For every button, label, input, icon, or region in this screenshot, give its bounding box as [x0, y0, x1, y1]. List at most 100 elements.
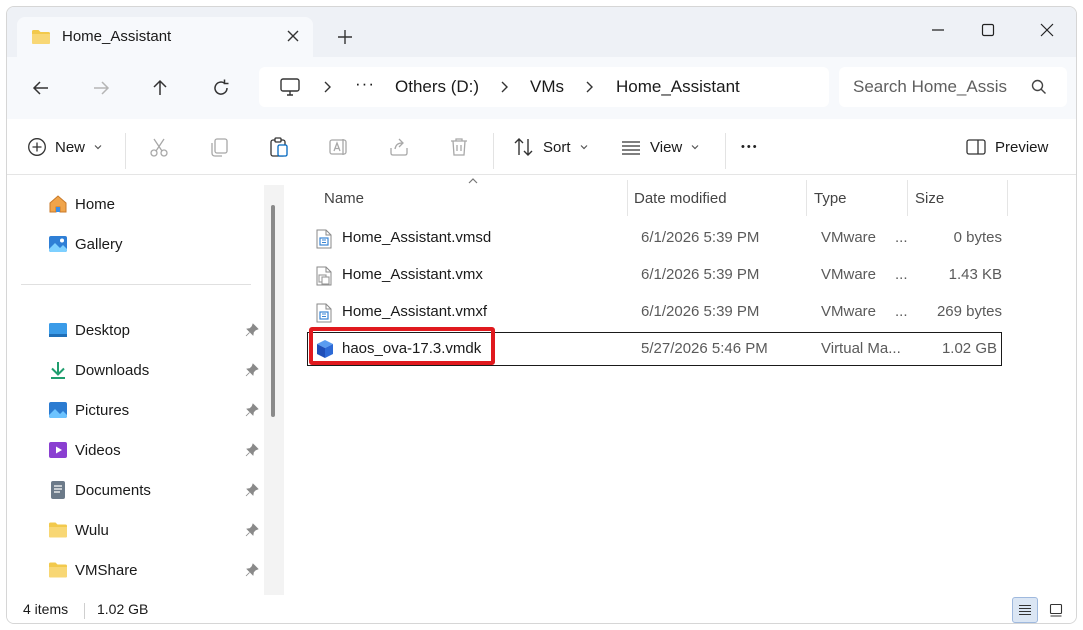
file-type-more: ... [895, 229, 908, 246]
sidebar-label: Videos [75, 441, 121, 459]
copy-icon [211, 138, 228, 157]
close-window-button[interactable] [1024, 13, 1070, 47]
pin-icon[interactable] [245, 523, 259, 537]
forward-button[interactable] [88, 75, 114, 101]
column-header-size[interactable]: Size [915, 180, 944, 216]
sidebar-label: Home [75, 195, 116, 213]
sidebar-item-downloads[interactable]: Downloads [47, 356, 261, 384]
file-size: 1.02 GB [941, 340, 997, 357]
pin-icon[interactable] [245, 323, 259, 337]
folder-icon [47, 559, 69, 581]
sidebar-label: Desktop [75, 321, 131, 339]
details-view-button[interactable] [1012, 597, 1038, 623]
file-size: 269 bytes [936, 303, 1002, 320]
folder-icon [32, 30, 50, 44]
sidebar-item-home[interactable]: Home [47, 190, 261, 218]
highlight-annotation [309, 327, 495, 365]
column-header-date[interactable]: Date modified [634, 180, 727, 216]
new-label: New [55, 138, 86, 156]
sidebar-item-pictures[interactable]: Pictures [47, 396, 261, 424]
breadcrumb-others-d[interactable]: Others (D:) [395, 77, 479, 97]
breadcrumb-overflow[interactable]: ··· [355, 74, 375, 94]
chevron-right-icon[interactable] [582, 80, 596, 94]
view-list-icon [622, 141, 640, 155]
sidebar-item-desktop[interactable]: Desktop [47, 316, 261, 344]
pictures-icon [47, 399, 69, 421]
preview-pane-icon [966, 139, 986, 155]
more-options-button[interactable]: ••• [741, 131, 759, 163]
preview-button[interactable]: Preview [965, 131, 1048, 163]
search-box[interactable] [839, 67, 1067, 107]
close-icon [1040, 23, 1054, 37]
copy-button[interactable] [208, 131, 230, 163]
file-date: 6/1/2026 5:39 PM [641, 266, 760, 283]
sort-button[interactable]: Sort [513, 131, 589, 163]
file-row[interactable]: Home_Assistant.vmxf 6/1/2026 5:39 PM VMw… [307, 295, 1002, 329]
paste-icon [270, 137, 288, 157]
pin-icon[interactable] [245, 563, 259, 577]
pin-icon[interactable] [245, 363, 259, 377]
scrollbar-thumb[interactable] [271, 205, 275, 417]
sidebar-scrollbar[interactable] [264, 185, 284, 595]
item-count: 4 items [23, 601, 69, 617]
breadcrumb-home-assistant[interactable]: Home_Assistant [616, 77, 740, 97]
pin-icon[interactable] [245, 443, 259, 457]
toolbar-divider [493, 133, 494, 169]
address-bar[interactable]: ··· Others (D:) VMs Home_Assistant [259, 67, 829, 107]
toolbar-divider [725, 133, 726, 169]
new-tab-icon[interactable] [335, 27, 355, 47]
sort-label: Sort [543, 138, 571, 156]
minimize-button[interactable] [915, 13, 961, 47]
view-button[interactable]: View [620, 131, 700, 163]
sidebar-item-wulu[interactable]: Wulu [47, 516, 261, 544]
folder-icon [47, 519, 69, 541]
home-icon [47, 193, 69, 215]
refresh-icon [214, 79, 229, 95]
sidebar-divider [21, 284, 251, 285]
column-header-type[interactable]: Type [814, 180, 847, 216]
search-icon[interactable] [1031, 79, 1047, 95]
videos-icon [47, 439, 69, 461]
sidebar-item-vmshare[interactable]: VMShare [47, 556, 261, 584]
up-button[interactable] [147, 75, 173, 101]
sidebar-label: Wulu [75, 521, 109, 539]
cut-icon [150, 138, 168, 157]
sidebar-item-gallery[interactable]: Gallery [47, 230, 261, 258]
rename-button[interactable] [328, 131, 350, 163]
pin-icon[interactable] [245, 403, 259, 417]
column-header-name[interactable]: Name [324, 180, 364, 216]
close-tab-icon[interactable] [283, 26, 303, 46]
file-list-pane: Name Date modified Type Size Home_Assist… [285, 175, 1076, 595]
column-divider[interactable] [907, 180, 908, 216]
breadcrumb-vms[interactable]: VMs [530, 77, 564, 97]
new-button[interactable]: New [27, 131, 103, 163]
tiles-view-button[interactable] [1043, 597, 1069, 623]
chevron-right-icon[interactable] [320, 80, 334, 94]
file-size: 1.43 KB [948, 266, 1002, 283]
share-button[interactable] [388, 131, 410, 163]
desktop-icon [47, 319, 69, 341]
sidebar-item-videos[interactable]: Videos [47, 436, 261, 464]
refresh-button[interactable] [208, 75, 234, 101]
paste-button[interactable] [268, 131, 290, 163]
file-row[interactable]: Home_Assistant.vmx 6/1/2026 5:39 PM VMwa… [307, 258, 1002, 292]
pin-icon[interactable] [245, 483, 259, 497]
column-divider[interactable] [806, 180, 807, 216]
cut-button[interactable] [148, 131, 170, 163]
file-type: VMware [821, 229, 877, 246]
back-button[interactable] [28, 75, 54, 101]
maximize-icon [981, 23, 995, 37]
delete-button[interactable] [448, 131, 470, 163]
sidebar-label: Downloads [75, 361, 150, 379]
column-divider[interactable] [1007, 180, 1008, 216]
chevron-right-icon[interactable] [497, 80, 511, 94]
file-row[interactable]: Home_Assistant.vmsd 6/1/2026 5:39 PM VMw… [307, 221, 1002, 255]
column-divider[interactable] [627, 180, 628, 216]
sidebar-item-documents[interactable]: Documents [47, 476, 261, 504]
address-row: ··· Others (D:) VMs Home_Assistant [7, 57, 1076, 119]
search-input[interactable] [853, 76, 1019, 98]
tab-home-assistant[interactable]: Home_Assistant [17, 17, 313, 57]
sort-icon [514, 138, 533, 156]
gallery-icon [47, 233, 69, 255]
maximize-button[interactable] [965, 13, 1011, 47]
